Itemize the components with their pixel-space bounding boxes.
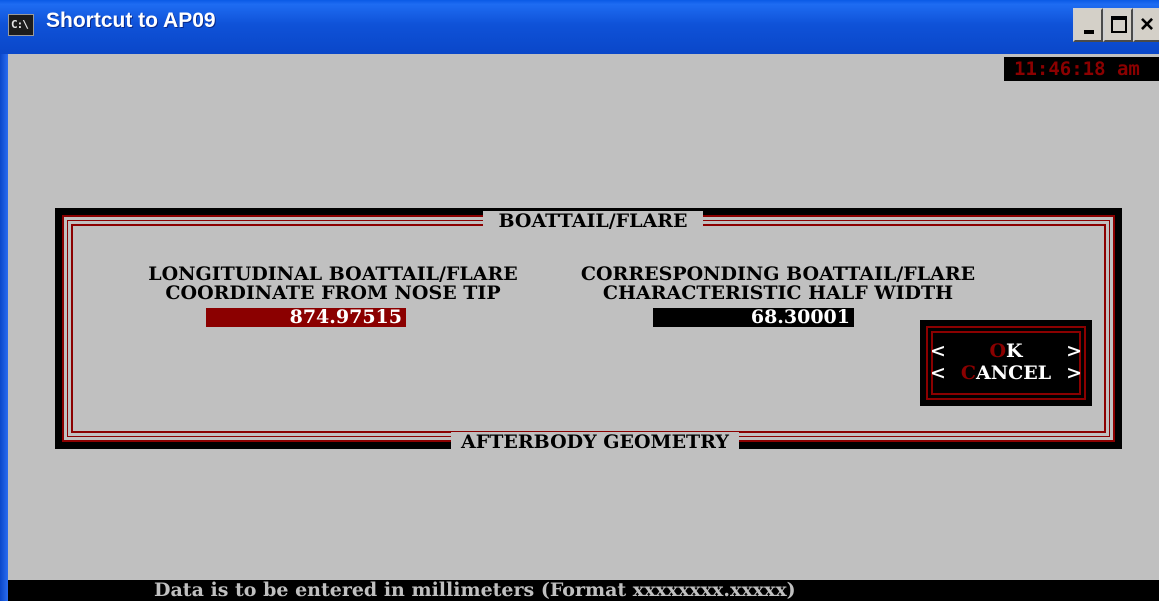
- close-icon: ×: [1140, 11, 1155, 38]
- minimize-button[interactable]: [1073, 8, 1103, 42]
- cancel-label: CANCEL: [950, 362, 1062, 384]
- ok-button[interactable]: < OK >: [930, 340, 1082, 362]
- cancel-hotkey: C: [960, 362, 977, 384]
- console-app-icon[interactable]: C:\: [8, 14, 34, 36]
- cancel-close-bracket: >: [1066, 362, 1082, 384]
- ok-cancel-panel: < OK > < CANCEL >: [920, 320, 1092, 406]
- status-text: Data is to be entered in millimeters (Fo…: [154, 580, 796, 601]
- ok-close-bracket: >: [1066, 340, 1082, 362]
- window-title: Shortcut to AP09: [46, 9, 216, 32]
- dialog-title: BOATTAIL/FLARE: [483, 211, 703, 231]
- close-button[interactable]: ×: [1133, 8, 1159, 42]
- maximize-icon: [1111, 16, 1127, 33]
- ok-hotkey: O: [989, 340, 1007, 362]
- status-line: Data is to be entered in millimeters (Fo…: [8, 580, 1159, 601]
- half-width-label: CORRESPONDING BOATTAIL/FLARE CHARACTERIS…: [507, 265, 1049, 303]
- maximize-button[interactable]: [1103, 8, 1133, 42]
- half-width-input[interactable]: 68.30001: [653, 308, 854, 327]
- longitudinal-coordinate-input[interactable]: 874.97515: [206, 308, 406, 327]
- ok-open-bracket: <: [930, 340, 946, 362]
- window-frame-left: [0, 54, 8, 601]
- cancel-open-bracket: <: [930, 362, 946, 384]
- app-icon-text: C:\: [11, 18, 29, 31]
- dialog-footer: AFTERBODY GEOMETRY: [451, 432, 739, 452]
- minimize-icon: [1084, 30, 1094, 34]
- cancel-button[interactable]: < CANCEL >: [930, 362, 1082, 384]
- clock-display: 11:46:18 am: [1004, 57, 1159, 81]
- half-width-label-line2: CHARACTERISTIC HALF WIDTH: [602, 282, 954, 304]
- window-title-bar[interactable]: C:\ Shortcut to AP09 ×: [0, 0, 1159, 54]
- ok-label-rest: K: [1006, 340, 1023, 362]
- ok-label: OK: [950, 340, 1062, 362]
- cancel-label-rest: ANCEL: [976, 362, 1052, 384]
